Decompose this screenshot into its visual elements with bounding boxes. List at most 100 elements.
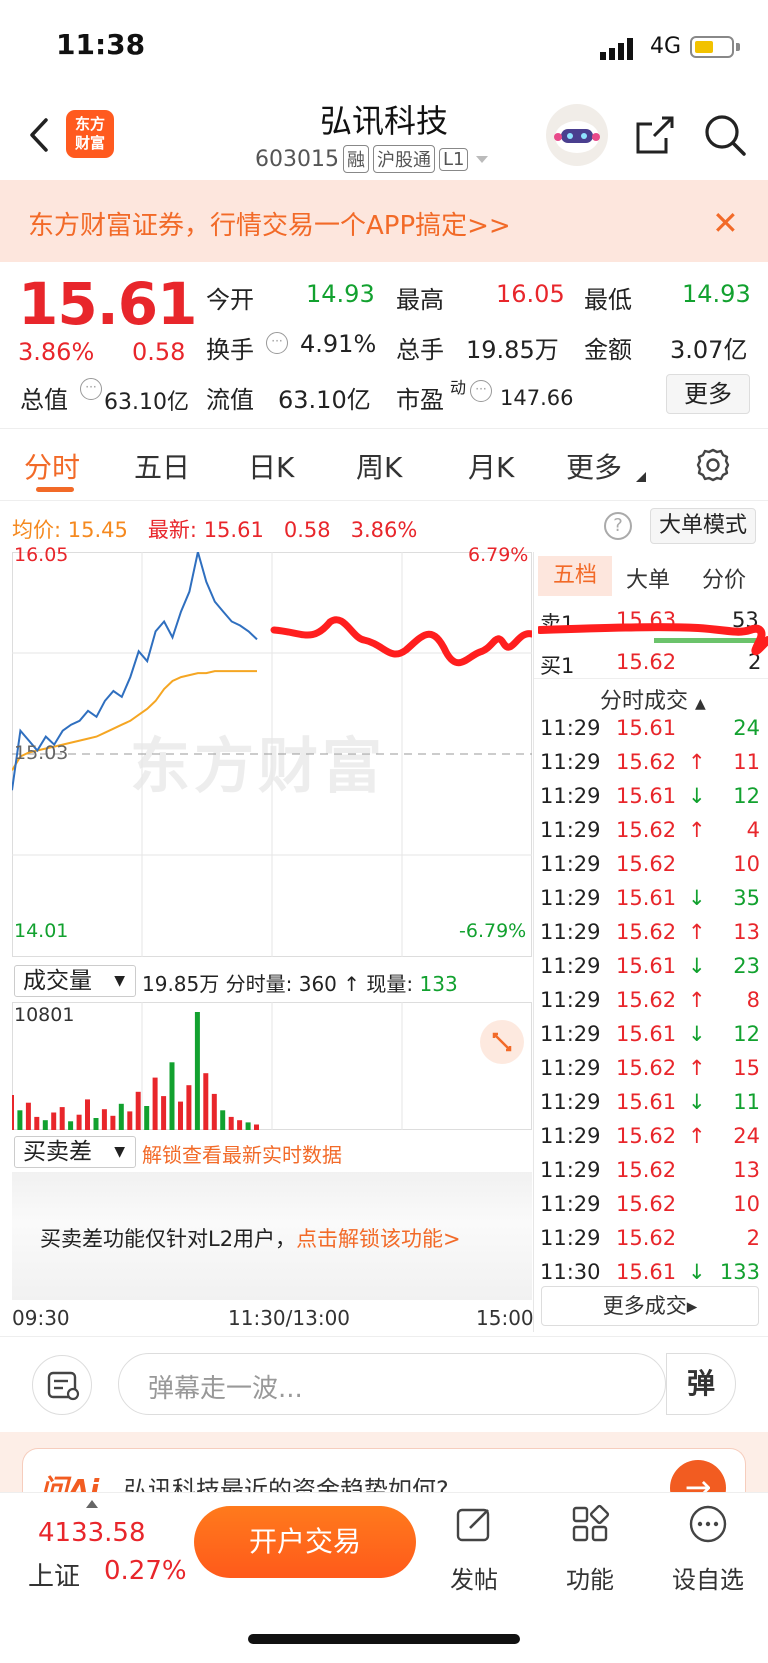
buy-sell-diff-select[interactable]: 买卖差 ▼ [14, 1136, 136, 1168]
info-dots-icon[interactable]: ··· [266, 332, 288, 354]
trade-time: 11:29 [540, 716, 601, 740]
trade-direction-icon: ↓ [688, 954, 706, 978]
trade-price: 15.61 [616, 886, 677, 910]
index-percent[interactable]: 0.27% [104, 1556, 187, 1586]
chart-y-bottom: 14.01 [14, 920, 69, 942]
volume-total: 19.85万 [142, 972, 220, 996]
more-trades-button[interactable]: 更多成交▸ [541, 1286, 759, 1326]
trade-price: 15.61 [616, 784, 677, 808]
tab-intraday[interactable]: 分时 [24, 446, 80, 486]
open-account-trade-button[interactable]: 开户交易 [194, 1506, 416, 1578]
amount-value: 3.07亿 [670, 336, 748, 364]
tab-big-orders[interactable]: 大单 [626, 562, 670, 594]
diff-unlock-link[interactable]: 解锁查看最新实时数据 [142, 1139, 342, 1168]
high-value: 16.05 [496, 280, 565, 308]
trade-row: 11:29 15.62 ↑ 4 [538, 818, 762, 852]
volume-bar [127, 1111, 133, 1130]
time-axis-mid: 11:30/13:00 [228, 1306, 351, 1330]
trade-row: 11:29 15.61 ↓ 23 [538, 954, 762, 988]
trade-time: 11:29 [540, 1090, 601, 1114]
volume-bar [85, 1099, 90, 1130]
tab-monthly-k[interactable]: 月K [468, 446, 514, 486]
help-icon[interactable]: ? [604, 512, 632, 540]
grid-icon [572, 1504, 610, 1542]
corner-triangle-icon [636, 472, 646, 482]
trade-volume: 2 [746, 1226, 760, 1250]
trade-volume: 35 [733, 886, 760, 910]
trade-price: 15.62 [616, 852, 677, 876]
functions-button[interactable]: 功能 [540, 1504, 640, 1595]
volume-bar [178, 1101, 183, 1130]
tab-daily-k[interactable]: 日K [248, 446, 294, 486]
close-icon[interactable]: ✕ [712, 204, 739, 242]
volume-bar [228, 1116, 234, 1130]
tab-five-day[interactable]: 五日 [134, 446, 190, 486]
more-quote-button[interactable]: 更多 [666, 374, 750, 414]
share-icon[interactable] [632, 112, 678, 158]
big-order-mode-button[interactable]: 大单模式 [650, 508, 756, 544]
info-dots-icon[interactable]: ··· [470, 380, 492, 402]
expand-icon[interactable] [480, 1020, 524, 1064]
tab-more[interactable]: 更多 [566, 446, 622, 486]
turnover-value: 4.91% [300, 330, 377, 358]
gear-icon[interactable] [694, 446, 732, 484]
trade-volume: 15 [733, 1056, 760, 1080]
trade-direction-icon: ↓ [688, 1260, 706, 1284]
volume-indicator-select[interactable]: 成交量 ▼ [14, 965, 136, 997]
trade-volume: 24 [733, 1124, 760, 1148]
trade-volume: 8 [746, 988, 760, 1012]
volume-bar [42, 1120, 48, 1130]
post-label: 发帖 [450, 1566, 498, 1594]
caret-up-icon[interactable] [86, 1500, 98, 1508]
info-dots-icon[interactable]: ··· [80, 378, 102, 400]
index-name[interactable]: 上证 [28, 1556, 80, 1593]
market-cap-value: 63.10亿 [104, 390, 189, 415]
pe-superscript: 动 [450, 378, 467, 397]
trade-price: 15.62 [616, 1056, 677, 1080]
intraday-chart[interactable] [12, 552, 532, 957]
volume-bar [211, 1093, 217, 1130]
low-label: 最低 [584, 286, 632, 314]
search-icon[interactable] [702, 112, 748, 158]
watchlist-label: 设自选 [672, 1566, 744, 1594]
float-cap-label: 流值 [206, 386, 254, 414]
volume-bar [17, 1110, 23, 1130]
add-watchlist-button[interactable]: 设自选 [658, 1504, 758, 1595]
comment-settings-icon[interactable] [32, 1355, 92, 1415]
index-value[interactable]: 4133.58 [38, 1518, 146, 1548]
time-axis-start: 09:30 [12, 1306, 70, 1330]
trade-volume: 10 [733, 1192, 760, 1216]
divider [0, 428, 768, 429]
post-button[interactable]: 发帖 [424, 1504, 524, 1595]
diff-unlock-button[interactable]: 点击解锁该功能> [296, 1227, 461, 1251]
stock-subtitle[interactable]: 603015 融 沪股通 L1 [255, 145, 492, 173]
trade-direction-icon: ↑ [688, 750, 706, 774]
avg-price-label: 均价: [12, 518, 62, 542]
status-time: 11:38 [56, 28, 146, 61]
promo-banner-text[interactable]: 东方财富证券，行情交易一个APP搞定>> [28, 205, 511, 242]
tab-weekly-k[interactable]: 周K [356, 446, 402, 486]
volume-bar [254, 1124, 259, 1130]
float-cap-value: 63.10亿 [278, 386, 371, 414]
danmu-toggle-button[interactable]: 弹 [666, 1353, 736, 1415]
up-arrow-icon: ↑ [343, 972, 361, 996]
trade-row: 11:29 15.62 ↑ 13 [538, 920, 762, 954]
open-label: 今开 [206, 286, 254, 314]
volume-chart[interactable] [12, 1002, 532, 1130]
avg-price-value: 15.45 [67, 518, 128, 542]
latest-price-value: 15.61 [203, 518, 264, 542]
trade-volume: 24 [733, 716, 760, 740]
trades-title[interactable]: 分时成交 ▲ [600, 683, 706, 715]
trade-price: 15.62 [616, 818, 677, 842]
trade-price: 15.61 [616, 954, 677, 978]
trade-time: 11:29 [540, 886, 601, 910]
tab-price-distribution[interactable]: 分价 [702, 562, 746, 594]
dropdown-triangle-icon [476, 156, 489, 163]
robot-assistant-icon[interactable] [546, 104, 608, 166]
tab-five-levels[interactable]: 五档 [538, 556, 612, 596]
trade-price: 15.62 [616, 1124, 677, 1148]
volume-bar [194, 1012, 200, 1130]
trade-price: 15.61 [616, 1022, 677, 1046]
latest-price-label: 最新: [147, 518, 197, 542]
market-cap-label: 总值 [20, 386, 68, 414]
